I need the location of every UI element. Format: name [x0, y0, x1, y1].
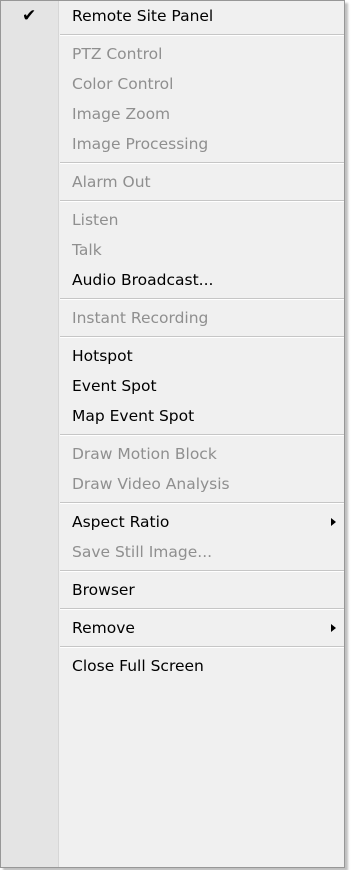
submenu-arrow-icon — [331, 624, 336, 632]
menu-item-draw-video-analysis: Draw Video Analysis — [1, 469, 344, 499]
menu-separator — [60, 646, 344, 648]
menu-item-hotspot[interactable]: Hotspot — [1, 341, 344, 371]
menu-item-browser[interactable]: Browser — [1, 575, 344, 605]
menu-item-talk: Talk — [1, 235, 344, 265]
menu-item-label: Image Processing — [72, 135, 209, 153]
menu-separator — [60, 336, 344, 338]
menu-item-label: Audio Broadcast... — [72, 271, 214, 289]
menu-separator — [60, 34, 344, 36]
menu-item-label: Close Full Screen — [72, 657, 204, 675]
menu-item-label: Remove — [72, 619, 135, 637]
menu-item-aspect-ratio[interactable]: Aspect Ratio — [1, 507, 344, 537]
menu-item-close-full-screen[interactable]: Close Full Screen — [1, 651, 344, 681]
menu-separator — [60, 434, 344, 436]
menu-item-listen: Listen — [1, 205, 344, 235]
menu-item-label: Draw Video Analysis — [72, 475, 230, 493]
menu-item-instant-recording: Instant Recording — [1, 303, 344, 333]
menu-separator — [60, 298, 344, 300]
menu-item-label: PTZ Control — [72, 45, 163, 63]
checkmark-icon: ✔ — [22, 6, 37, 26]
menu-item-save-still-image: Save Still Image... — [1, 537, 344, 567]
menu-item-map-event-spot[interactable]: Map Event Spot — [1, 401, 344, 431]
menu-item-label: Browser — [72, 581, 135, 599]
menu-item-label: Listen — [72, 211, 119, 229]
menu-item-draw-motion-block: Draw Motion Block — [1, 439, 344, 469]
menu-item-label: Map Event Spot — [72, 407, 195, 425]
menu-item-alarm-out: Alarm Out — [1, 167, 344, 197]
menu-item-label: Draw Motion Block — [72, 445, 217, 463]
menu-separator — [60, 608, 344, 610]
menu-item-remove[interactable]: Remove — [1, 613, 344, 643]
menu-item-image-zoom: Image Zoom — [1, 99, 344, 129]
menu-item-label: Image Zoom — [72, 105, 171, 123]
menu-separator — [60, 200, 344, 202]
menu-separator — [60, 502, 344, 504]
context-menu: ✔ Remote Site Panel PTZ Control Color Co… — [0, 0, 345, 868]
menu-separator — [60, 162, 344, 164]
menu-item-event-spot[interactable]: Event Spot — [1, 371, 344, 401]
menu-item-image-processing: Image Processing — [1, 129, 344, 159]
menu-items: ✔ Remote Site Panel PTZ Control Color Co… — [1, 1, 344, 681]
menu-item-label: Instant Recording — [72, 309, 209, 327]
menu-item-label: Event Spot — [72, 377, 157, 395]
menu-item-label: Color Control — [72, 75, 174, 93]
menu-item-audio-broadcast[interactable]: Audio Broadcast... — [1, 265, 344, 295]
menu-separator — [60, 570, 344, 572]
menu-item-remote-site-panel[interactable]: ✔ Remote Site Panel — [1, 1, 344, 31]
menu-item-color-control: Color Control — [1, 69, 344, 99]
menu-item-label: Remote Site Panel — [72, 7, 214, 25]
submenu-arrow-icon — [331, 518, 336, 526]
menu-item-label: Save Still Image... — [72, 543, 213, 561]
menu-item-label: Talk — [72, 241, 102, 259]
menu-item-label: Alarm Out — [72, 173, 151, 191]
menu-item-label: Hotspot — [72, 347, 133, 365]
menu-item-label: Aspect Ratio — [72, 513, 170, 531]
menu-item-ptz-control: PTZ Control — [1, 39, 344, 69]
